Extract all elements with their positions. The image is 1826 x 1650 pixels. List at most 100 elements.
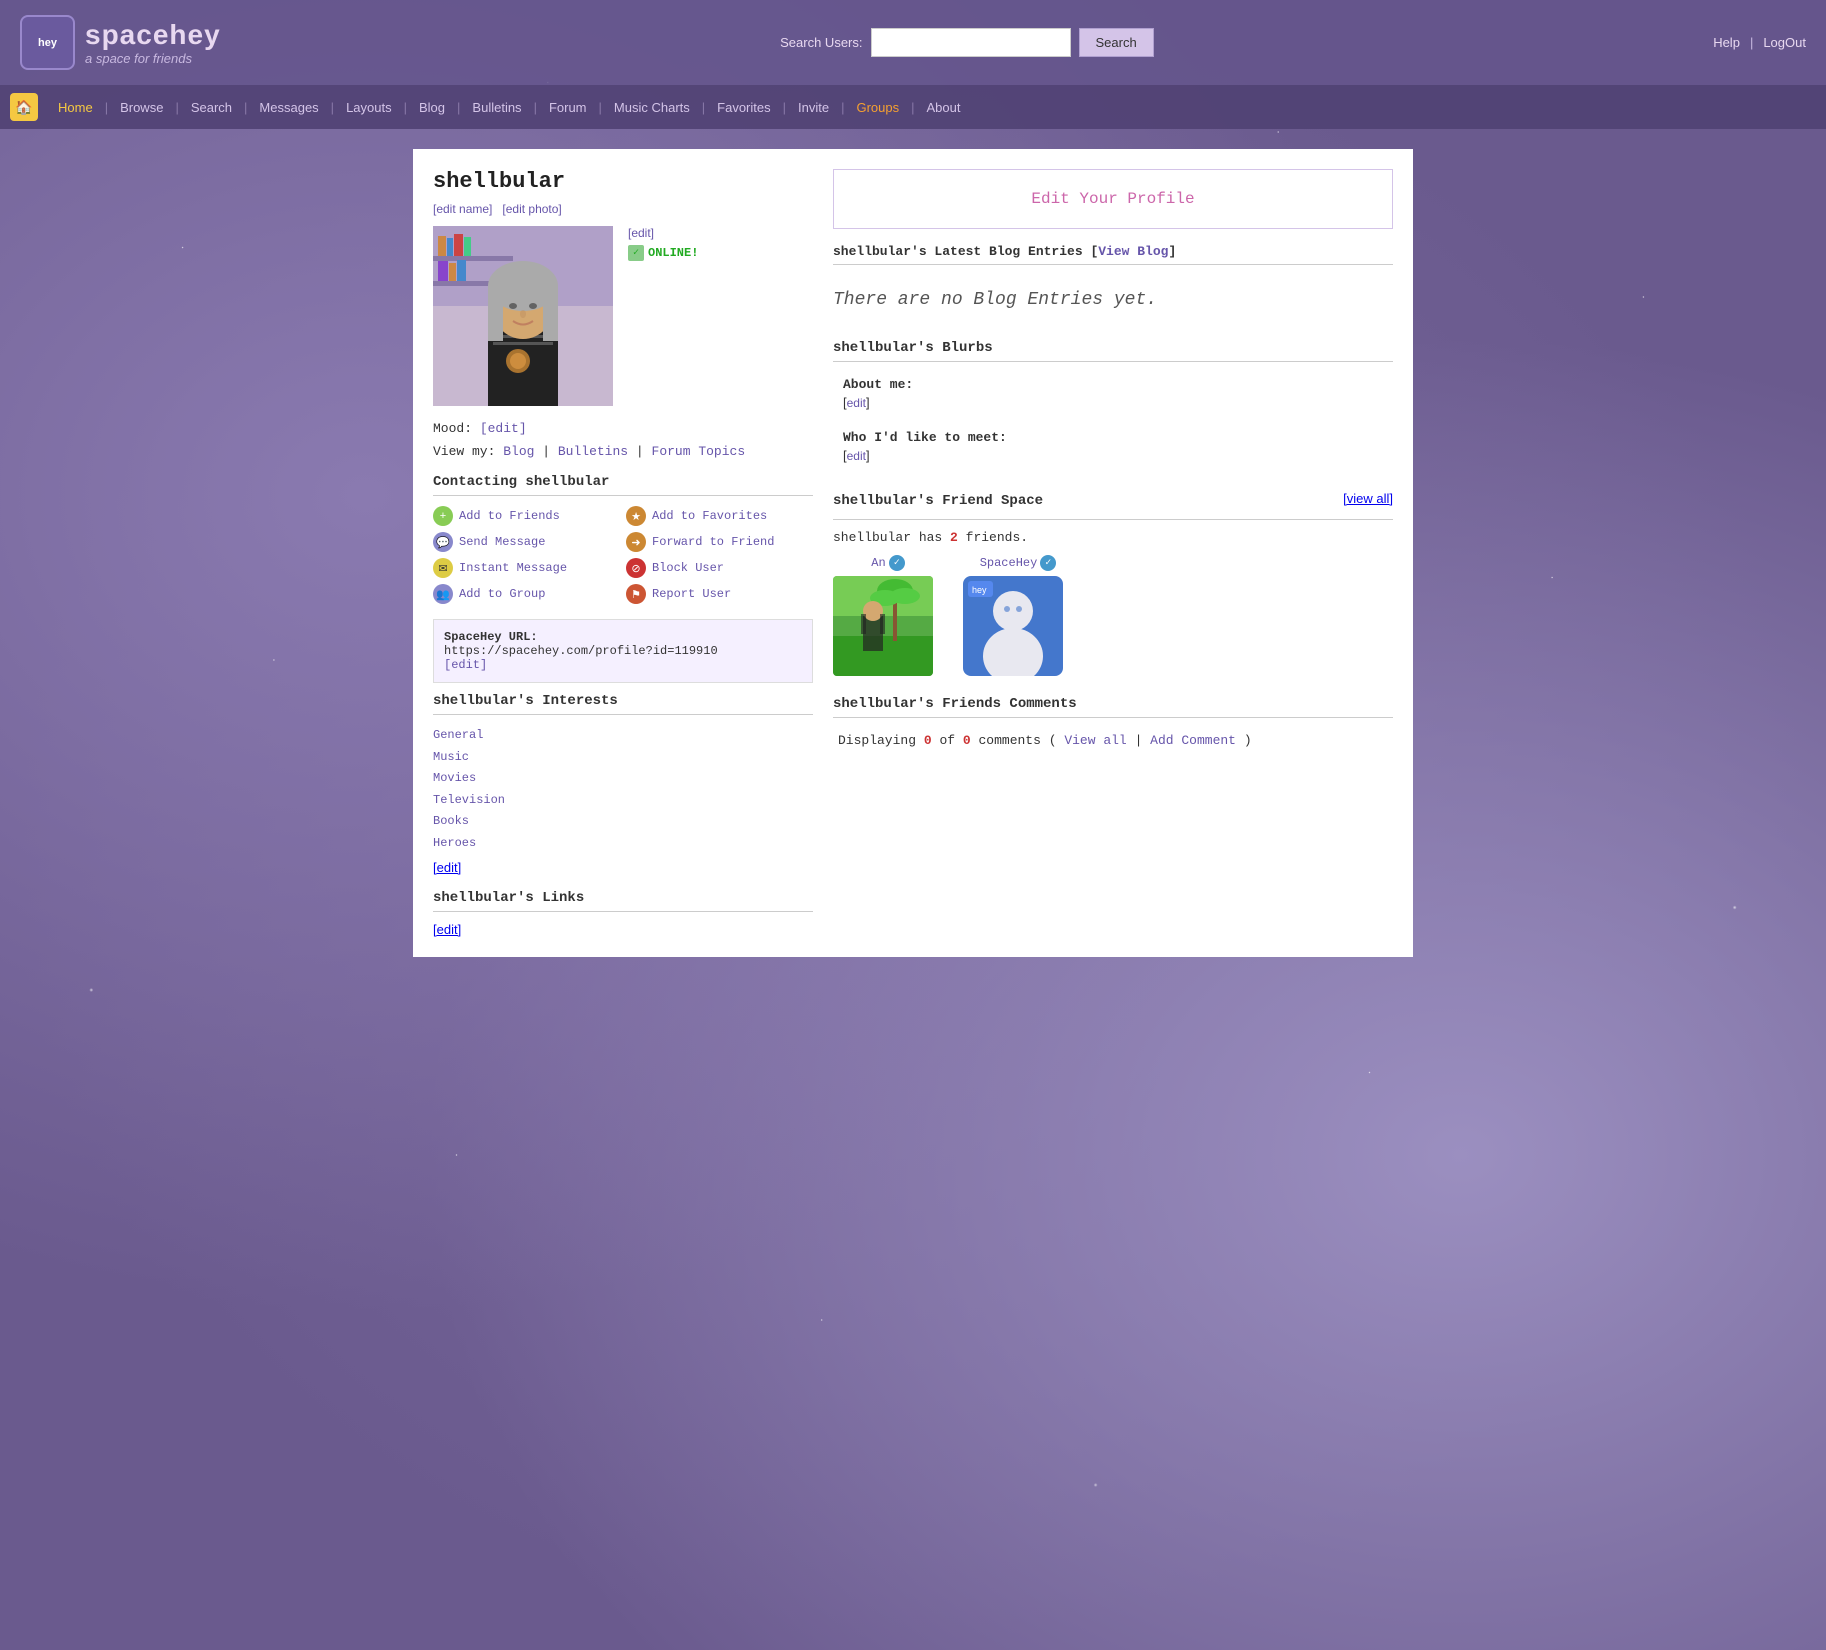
group-link[interactable]: Add to Group bbox=[459, 587, 545, 601]
friend-count-value: 2 bbox=[950, 530, 958, 545]
add-friends-link[interactable]: Add to Friends bbox=[459, 509, 560, 523]
comments-add-link[interactable]: Add Comment bbox=[1150, 733, 1236, 748]
contact-forward: ➜ Forward to Friend bbox=[626, 532, 813, 552]
comments-info: Displaying 0 of 0 comments ( View all | … bbox=[833, 728, 1393, 753]
contacting-divider bbox=[433, 495, 813, 496]
blog-divider bbox=[833, 264, 1393, 265]
add-favorites-link[interactable]: Add to Favorites bbox=[652, 509, 767, 523]
url-edit-link[interactable]: [edit] bbox=[444, 658, 487, 672]
help-link[interactable]: Help bbox=[1713, 35, 1740, 50]
friend-spacehey-link[interactable]: SpaceHey bbox=[980, 556, 1038, 570]
friend-an-avatar bbox=[833, 576, 933, 676]
edit-photo-link[interactable]: [edit photo] bbox=[502, 202, 561, 216]
main-content: shellbular [edit name] [edit photo] bbox=[413, 149, 1413, 957]
friend-count-prefix: shellbular has bbox=[833, 530, 942, 545]
nav-item-layouts[interactable]: Layouts bbox=[336, 90, 402, 125]
logout-link[interactable]: LogOut bbox=[1763, 35, 1806, 50]
viewmy-row: View my: Blog | Bulletins | Forum Topics bbox=[433, 444, 813, 459]
links-section: shellbular's Links [edit] bbox=[433, 890, 813, 937]
edit-photo-link2[interactable]: [edit] bbox=[628, 226, 698, 240]
mood-label: Mood: bbox=[433, 421, 472, 436]
nav-item-forum[interactable]: Forum bbox=[539, 90, 597, 125]
no-blog-text: There are no Blog Entries yet. bbox=[833, 275, 1393, 325]
blurbs-header: shellbular's Blurbs bbox=[833, 340, 1393, 356]
nav-item-invite[interactable]: Invite bbox=[788, 90, 839, 125]
interests-edit-row: [edit] bbox=[433, 860, 813, 875]
nav-item-about[interactable]: About bbox=[917, 90, 971, 125]
header-links: Help | LogOut bbox=[1713, 35, 1806, 50]
logo-area: hey spacehey a space for friends bbox=[20, 15, 221, 70]
nav-item-blog[interactable]: Blog bbox=[409, 90, 455, 125]
interests-header: shellbular's Interests bbox=[433, 693, 813, 709]
nav-item-bulletins[interactable]: Bulletins bbox=[462, 90, 531, 125]
left-column: shellbular [edit name] [edit photo] bbox=[433, 169, 813, 937]
blurb-meet-edit-row: [edit] bbox=[843, 448, 1383, 463]
im-icon: ✉ bbox=[433, 558, 453, 578]
links-edit-link[interactable]: [edit] bbox=[433, 922, 461, 937]
search-area: Search Users: Search bbox=[780, 28, 1154, 57]
nav-item-groups[interactable]: Groups bbox=[846, 90, 909, 125]
interest-movies: Movies bbox=[433, 768, 813, 790]
nav-item-messages[interactable]: Messages bbox=[249, 90, 328, 125]
comments-divider bbox=[833, 717, 1393, 718]
viewmy-bulletins-link[interactable]: Bulletins bbox=[558, 444, 628, 459]
blurb-meet-edit-link[interactable]: edit bbox=[847, 449, 866, 463]
report-icon: ⚑ bbox=[626, 584, 646, 604]
report-link[interactable]: Report User bbox=[652, 587, 731, 601]
online-text: ONLINE! bbox=[648, 246, 698, 260]
search-input[interactable] bbox=[871, 28, 1071, 57]
friend-card-an: An ✓ bbox=[833, 555, 943, 676]
links-divider bbox=[433, 911, 813, 912]
edit-name-photo-links: [edit name] [edit photo] bbox=[433, 202, 813, 216]
interest-general: General bbox=[433, 725, 813, 747]
url-value: https://spacehey.com/profile?id=119910 bbox=[444, 644, 718, 658]
viewmy-blog-link[interactable]: Blog bbox=[503, 444, 534, 459]
im-link[interactable]: Instant Message bbox=[459, 561, 567, 575]
nav-item-home[interactable]: Home bbox=[48, 90, 103, 125]
comments-viewall-link[interactable]: View all bbox=[1064, 733, 1126, 748]
profile-photo bbox=[433, 226, 613, 406]
nav-item-music-charts[interactable]: Music Charts bbox=[604, 90, 700, 125]
comments-suffix: comments ( bbox=[979, 733, 1065, 748]
search-button[interactable]: Search bbox=[1079, 28, 1154, 57]
edit-name-link[interactable]: [edit name] bbox=[433, 202, 492, 216]
friend-an-link[interactable]: An bbox=[871, 556, 885, 570]
add-fav-icon: ★ bbox=[626, 506, 646, 526]
nav-item-search[interactable]: Search bbox=[181, 90, 242, 125]
mood-edit-link[interactable]: [edit] bbox=[480, 421, 527, 436]
forward-link[interactable]: Forward to Friend bbox=[652, 535, 774, 549]
contact-add-favorites: ★ Add to Favorites bbox=[626, 506, 813, 526]
view-blog-link[interactable]: View Blog bbox=[1098, 244, 1168, 259]
links-header: shellbular's Links bbox=[433, 890, 813, 906]
viewmy-sep1: | bbox=[542, 444, 558, 459]
viewmy-sep2: | bbox=[636, 444, 652, 459]
blurbs-divider bbox=[833, 361, 1393, 362]
friend-card-spacehey: SpaceHey ✓ bbox=[963, 555, 1073, 676]
interests-divider bbox=[433, 714, 813, 715]
comments-close: ) bbox=[1244, 733, 1252, 748]
comments-header: shellbular's Friends Comments bbox=[833, 696, 1393, 712]
nav-item-browse[interactable]: Browse bbox=[110, 90, 173, 125]
friend-space-divider bbox=[833, 519, 1393, 520]
url-label: SpaceHey URL: bbox=[444, 630, 538, 644]
online-badge: ✓ ONLINE! bbox=[628, 245, 698, 261]
friend-viewall-link[interactable]: [view all] bbox=[1343, 491, 1393, 506]
contact-report: ⚑ Report User bbox=[626, 584, 813, 604]
home-icon: 🏠 bbox=[10, 93, 38, 121]
friend-space-header-row: shellbular's Friend Space [view all] bbox=[833, 483, 1393, 514]
block-link[interactable]: Block User bbox=[652, 561, 724, 575]
blurb-aboutme-edit-row: [edit] bbox=[843, 395, 1383, 410]
edit-profile-link[interactable]: Edit Your Profile bbox=[1031, 190, 1194, 208]
viewmy-forum-link[interactable]: Forum Topics bbox=[652, 444, 746, 459]
profile-layout: shellbular [edit name] [edit photo] bbox=[433, 169, 1393, 937]
online-icon: ✓ bbox=[628, 245, 644, 261]
viewmy-label: View my: bbox=[433, 444, 495, 459]
nav-item-favorites[interactable]: Favorites bbox=[707, 90, 780, 125]
interests-edit-link[interactable]: [edit] bbox=[433, 860, 461, 875]
logo-text: spacehey a space for friends bbox=[85, 19, 221, 66]
friend-an-verified: ✓ bbox=[889, 555, 905, 571]
send-message-link[interactable]: Send Message bbox=[459, 535, 545, 549]
header-separator: | bbox=[1750, 35, 1753, 50]
contact-send-message: 💬 Send Message bbox=[433, 532, 620, 552]
blurb-aboutme-edit-link[interactable]: edit bbox=[847, 396, 866, 410]
